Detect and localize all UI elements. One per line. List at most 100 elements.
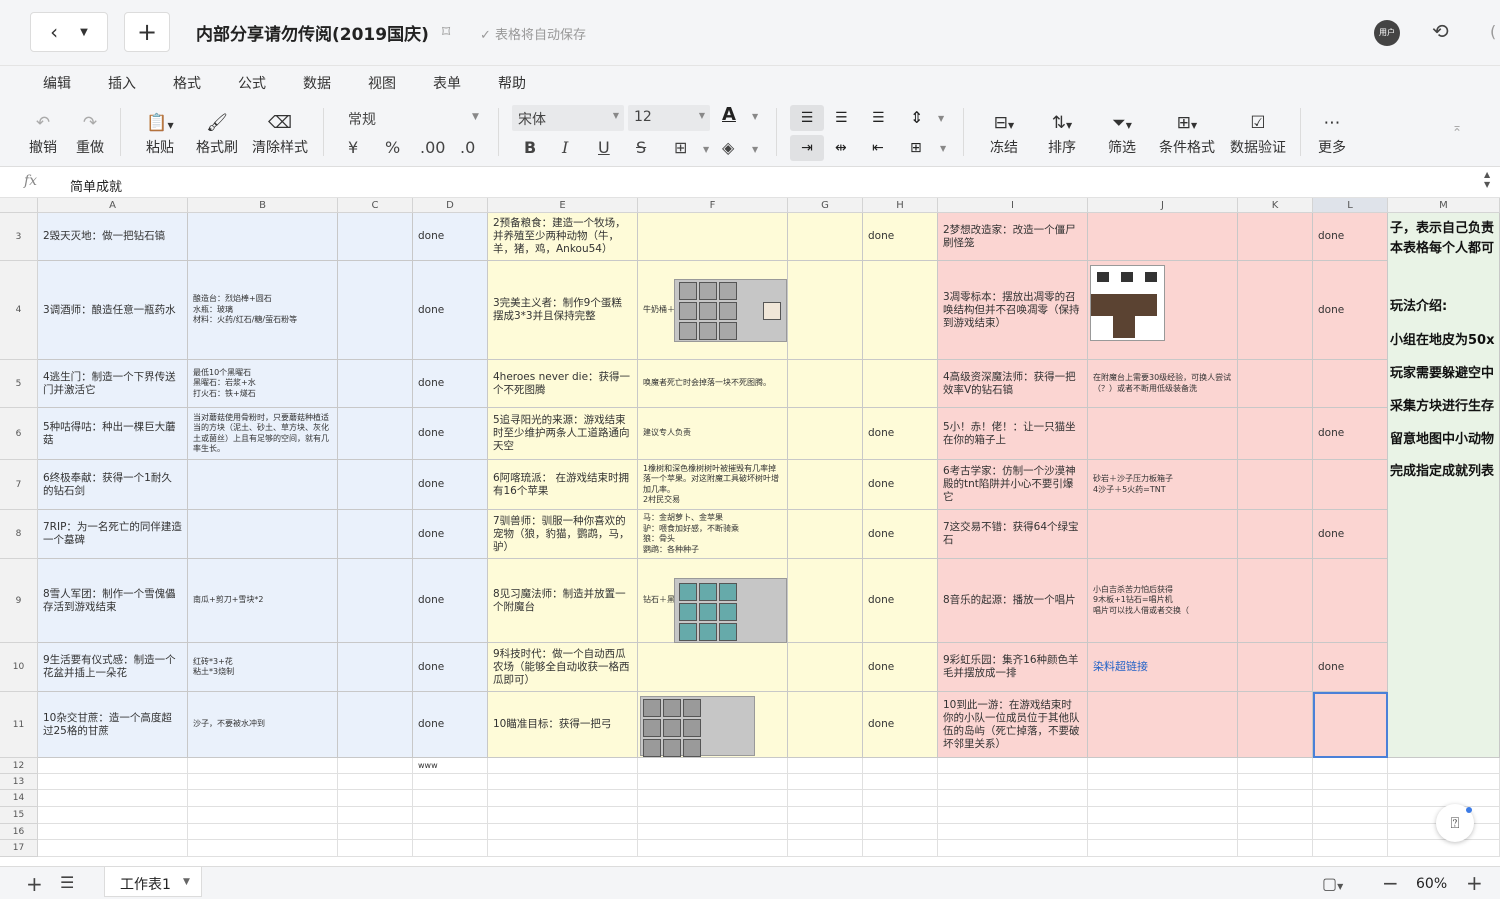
cell-g3[interactable] [788,213,863,261]
column-header-f[interactable]: F [638,198,788,213]
cell-b8[interactable] [188,510,338,559]
italic-button[interactable]: I [562,138,568,157]
cell-empty[interactable] [1388,774,1500,790]
align-left-icon[interactable]: ☰ [790,105,824,131]
paste-button[interactable]: 📋▼ 粘贴 [140,111,180,157]
cell-empty[interactable] [338,824,413,840]
cell-b9[interactable]: 南瓜+剪刀+雪块*2 [188,559,338,643]
cell-empty[interactable] [38,758,188,774]
cell-h3[interactable]: done [863,213,938,261]
row-header[interactable]: 12 [0,758,38,774]
cell-j11[interactable] [1088,692,1238,758]
cell-empty[interactable] [638,790,788,807]
cell-d7[interactable]: done [413,460,488,510]
history-icon[interactable]: ⟲ [1432,19,1449,43]
cell-i6[interactable]: 5小！赤！佬！：让一只猫坐在你的箱子上 [938,408,1088,460]
chevron-down-icon[interactable]: ▼ [183,877,190,887]
cell-empty[interactable] [863,840,938,857]
cell-empty[interactable] [488,774,638,790]
cell-g9[interactable] [788,559,863,643]
cell-empty[interactable] [1238,774,1313,790]
cell-l11[interactable] [1313,692,1388,758]
percent-button[interactable]: % [385,138,400,157]
column-header-m[interactable]: M [1388,198,1500,213]
cell-k10[interactable] [1238,643,1313,692]
vertical-align-icon[interactable]: ⇕ [910,105,923,131]
cell-l10[interactable]: done [1313,643,1388,692]
cell-j8[interactable] [1088,510,1238,559]
data-validation-button[interactable]: ☑ 数据验证 [1226,111,1290,157]
cell-empty[interactable] [1088,758,1238,774]
cell-e5[interactable]: 4heroes never die：获得一个不死图腾 [488,360,638,408]
cell-empty[interactable] [38,840,188,857]
cell-b6[interactable]: 当对蘑菇使用骨粉时，只要蘑菇种植适当的方块（泥土、砂土、草方块、灰化土或菌丝）上… [188,408,338,460]
collapse-toolbar-icon[interactable]: ⌅ [1452,120,1462,134]
cell-empty[interactable] [938,774,1088,790]
row-header[interactable]: 10 [0,643,38,692]
cell-empty[interactable] [488,790,638,807]
cell-d3[interactable]: done [413,213,488,261]
cell-empty[interactable] [1313,840,1388,857]
cell-empty[interactable] [338,790,413,807]
cell-e9[interactable]: 8见习魔法师：制造并放置一个附魔台 [488,559,638,643]
cell-empty[interactable] [413,824,488,840]
cell-e8[interactable]: 7驯兽师：驯服一种你喜欢的宠物（狼，豹猫，鹦鹉，马，驴） [488,510,638,559]
cell-g11[interactable] [788,692,863,758]
cell-e4[interactable]: 3完美主义者：制作9个蛋糕摆成3*3并且保持完整 [488,261,638,360]
cell-empty[interactable] [38,790,188,807]
cell-g10[interactable] [788,643,863,692]
border-icon[interactable]: ⊞ [674,138,687,157]
cell-a11[interactable]: 10杂交甘蔗：造一个高度超过25格的甘蔗 [38,692,188,758]
column-header-d[interactable]: D [413,198,488,213]
cell-g8[interactable] [788,510,863,559]
cell-c5[interactable] [338,360,413,408]
cell-g5[interactable] [788,360,863,408]
filter-button[interactable]: ⏷▼ 筛选 [1100,111,1144,157]
align-center-icon[interactable]: ☰ [835,105,848,131]
cell-empty[interactable] [863,790,938,807]
cell-empty[interactable] [488,840,638,857]
cell-empty[interactable] [1088,790,1238,807]
column-header-k[interactable]: K [1238,198,1313,213]
cell-i9[interactable]: 8音乐的起源：播放一个唱片 [938,559,1088,643]
cell-b4[interactable]: 酿造台：烈焰棒+圆石 水瓶：玻璃 材料：火药/红石/糖/萤石粉等 [188,261,338,360]
cell-empty[interactable] [1388,758,1500,774]
text-wrap-icon[interactable]: ⇹ [835,135,847,161]
fill-color-icon[interactable]: ◈ [722,138,734,157]
cell-c4[interactable] [338,261,413,360]
formula-expand-icon[interactable]: ▲ ▼ [1484,170,1490,190]
menu-form[interactable]: 表单 [433,73,461,93]
cell-g4[interactable] [788,261,863,360]
cell-j6[interactable] [1088,408,1238,460]
row-header[interactable]: 3 [0,213,38,261]
cell-a10[interactable]: 9生活要有仪式感：制造一个花盆并插上一朵花 [38,643,188,692]
row-header[interactable]: 11 [0,692,38,758]
cell-empty[interactable] [338,807,413,824]
cell-empty[interactable]: www [413,758,488,774]
chevron-down-icon[interactable]: ▼ [472,112,479,122]
cell-i7[interactable]: 6考古学家：仿制一个沙漠神殿的tnt陷阱并小心不要引爆它 [938,460,1088,510]
row-header[interactable]: 16 [0,824,38,840]
cell-i5[interactable]: 4高级资深魔法师：获得一把效率V的钻石镐 [938,360,1088,408]
undo-button[interactable]: ↶ 撤销 [26,111,60,157]
cell-l6[interactable]: done [1313,408,1388,460]
cell-a3[interactable]: 2毁天灭地：做一把钻石镐 [38,213,188,261]
column-header-e[interactable]: E [488,198,638,213]
cell-empty[interactable] [488,758,638,774]
cell-empty[interactable] [863,774,938,790]
cell-empty[interactable] [1238,840,1313,857]
cell-k3[interactable] [1238,213,1313,261]
row-header[interactable]: 13 [0,774,38,790]
cell-empty[interactable] [1088,824,1238,840]
cell-e6[interactable]: 5追寻阳光的来源：游戏结束时至少维护两条人工道路通向天空 [488,408,638,460]
cell-j9[interactable]: 小白吉杀苦力怕后获得 9木板+1钻石=唱片机 唱片可以找人借或者交换（ [1088,559,1238,643]
menu-data[interactable]: 数据 [303,73,331,93]
cell-d10[interactable]: done [413,643,488,692]
cell-i8[interactable]: 7这交易不错：获得64个绿宝石 [938,510,1088,559]
cell-empty[interactable] [788,824,863,840]
cell-c6[interactable] [338,408,413,460]
cell-c9[interactable] [338,559,413,643]
cell-empty[interactable] [38,774,188,790]
row-header[interactable]: 7 [0,460,38,510]
cell-k4[interactable] [1238,261,1313,360]
